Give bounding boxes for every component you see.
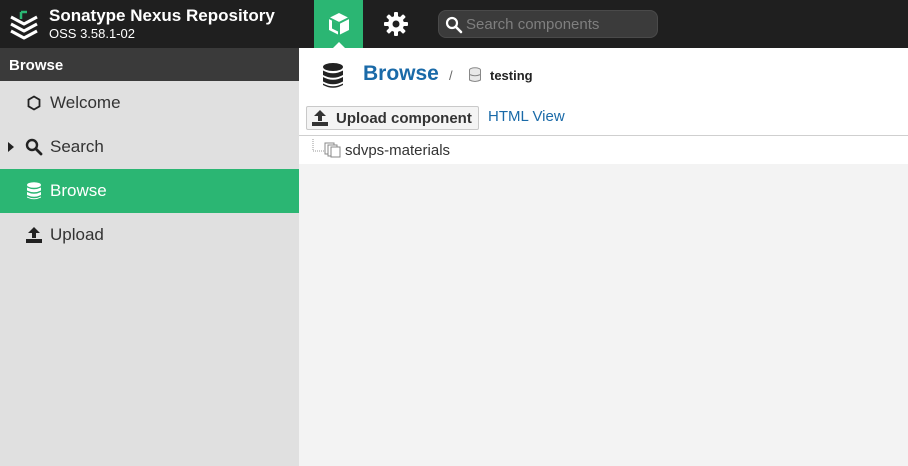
tree-connector [312,139,324,152]
repository-icon [469,67,481,82]
main-panel: Browse / testing Upload component HTML V… [299,48,908,466]
breadcrumb-browse-link[interactable]: Browse [363,62,439,86]
search-icon [445,16,463,34]
sidebar-item-label: Welcome [50,93,121,112]
app-title: Sonatype Nexus Repository [49,6,275,25]
sidebar-item-upload[interactable]: Upload [0,213,299,257]
upload-icon [312,110,328,126]
upload-component-label: Upload component [336,109,472,127]
database-icon [323,63,343,88]
gear-icon [384,12,408,36]
search-components-box[interactable] [438,10,658,38]
hexagon-icon [24,93,44,113]
tree-node-label: sdvps-materials [345,142,451,159]
sidebar-header: Browse [0,48,299,81]
breadcrumb-repository[interactable]: testing [490,68,533,83]
breadcrumb-separator: / [449,68,453,83]
tree-node[interactable]: sdvps-materials [299,136,908,164]
sidebar-item-welcome[interactable]: Welcome [0,81,299,125]
folder-stack-icon [324,142,341,158]
browse-mode-button[interactable] [314,0,363,48]
cube-icon [328,13,349,35]
sidebar-item-browse[interactable]: Browse [0,169,299,213]
browse-header: Browse / testing Upload component HTML V… [299,48,908,136]
sidebar-item-search[interactable]: Search [0,125,299,169]
sonatype-logo-icon [10,10,38,40]
search-components-input[interactable] [466,14,651,34]
search-icon [24,137,44,157]
database-icon [24,181,44,201]
upload-component-button[interactable]: Upload component [306,106,479,130]
sidebar-item-label: Browse [50,181,107,200]
html-view-link[interactable]: HTML View [488,108,565,125]
upload-icon [24,225,44,245]
sidebar-item-label: Upload [50,225,104,244]
brand[interactable]: Sonatype Nexus Repository OSS 3.58.1-02 [8,6,308,42]
caret-right-icon[interactable] [7,141,15,153]
top-header: Sonatype Nexus Repository OSS 3.58.1-02 [0,0,908,48]
sidebar-item-label: Search [50,137,104,156]
app-version: OSS 3.58.1-02 [49,26,135,41]
sidebar: Browse Welcome Search Browse Upload [0,48,299,466]
admin-mode-button[interactable] [372,0,420,48]
component-tree: sdvps-materials [299,136,908,164]
